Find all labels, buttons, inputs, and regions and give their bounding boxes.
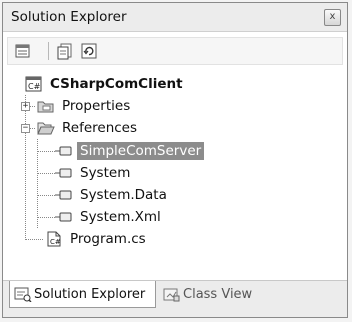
reference-label: System.Data — [80, 187, 167, 203]
solution-explorer-icon — [14, 286, 32, 303]
open-folder-icon — [37, 120, 55, 136]
tree-connector — [37, 195, 55, 196]
reference-icon — [55, 143, 73, 159]
class-view-icon — [163, 287, 181, 303]
close-icon: x — [329, 11, 336, 22]
program-label: Program.cs — [70, 231, 146, 247]
toolbar-separator — [48, 42, 49, 60]
csharp-project-icon: C# — [25, 76, 43, 92]
tree-item-reference[interactable]: SimpleComServer — [55, 140, 205, 162]
svg-text:C#: C# — [28, 82, 41, 91]
reference-label: System — [80, 165, 131, 181]
tree-item-reference[interactable]: System.Xml — [55, 206, 164, 228]
tree-connector — [37, 217, 55, 218]
toolbar — [7, 37, 343, 65]
tree-connector — [37, 173, 55, 174]
bottom-tab-strip: Solution Explorer Class View — [3, 280, 347, 317]
properties-window-icon[interactable] — [14, 42, 32, 60]
reference-label: System.Xml — [80, 209, 161, 225]
tab-label: Class View — [183, 287, 253, 302]
tab-label: Solution Explorer — [34, 286, 146, 302]
expand-icon[interactable]: + — [21, 102, 30, 111]
project-label: CSharpComClient — [50, 76, 183, 92]
window-title: Solution Explorer — [11, 9, 127, 25]
tree-item-references[interactable]: References — [37, 117, 140, 139]
tree-item-program[interactable]: C# Program.cs — [45, 228, 149, 250]
reference-icon — [55, 165, 73, 181]
solution-explorer-window: Solution Explorer x C# CSharpComClient +… — [2, 2, 348, 318]
refresh-icon[interactable] — [80, 42, 98, 60]
properties-label: Properties — [62, 98, 131, 114]
cs-file-icon: C# — [45, 231, 63, 247]
tree-connector — [37, 151, 55, 152]
tab-solution-explorer[interactable]: Solution Explorer — [9, 281, 156, 308]
tree-item-reference[interactable]: System — [55, 162, 133, 184]
solution-tree: C# CSharpComClient + Properties − Refere… — [11, 73, 343, 281]
tree-connector — [37, 139, 38, 228]
title-bar: Solution Explorer x — [3, 3, 347, 32]
tree-item-properties[interactable]: Properties — [37, 95, 133, 117]
tab-class-view[interactable]: Class View — [159, 281, 252, 308]
reference-label: SimpleComServer — [77, 142, 205, 160]
reference-icon — [55, 187, 73, 203]
tree-item-project[interactable]: C# CSharpComClient — [25, 73, 186, 95]
svg-text:C#: C# — [50, 238, 61, 246]
reference-icon — [55, 209, 73, 225]
tree-connector — [25, 239, 43, 240]
references-label: References — [62, 120, 138, 136]
show-all-files-icon[interactable] — [56, 42, 74, 60]
properties-folder-icon — [37, 98, 55, 114]
collapse-icon[interactable]: − — [21, 124, 30, 133]
close-button[interactable]: x — [324, 9, 341, 26]
tree-item-reference[interactable]: System.Data — [55, 184, 170, 206]
tree-connector — [25, 95, 26, 240]
